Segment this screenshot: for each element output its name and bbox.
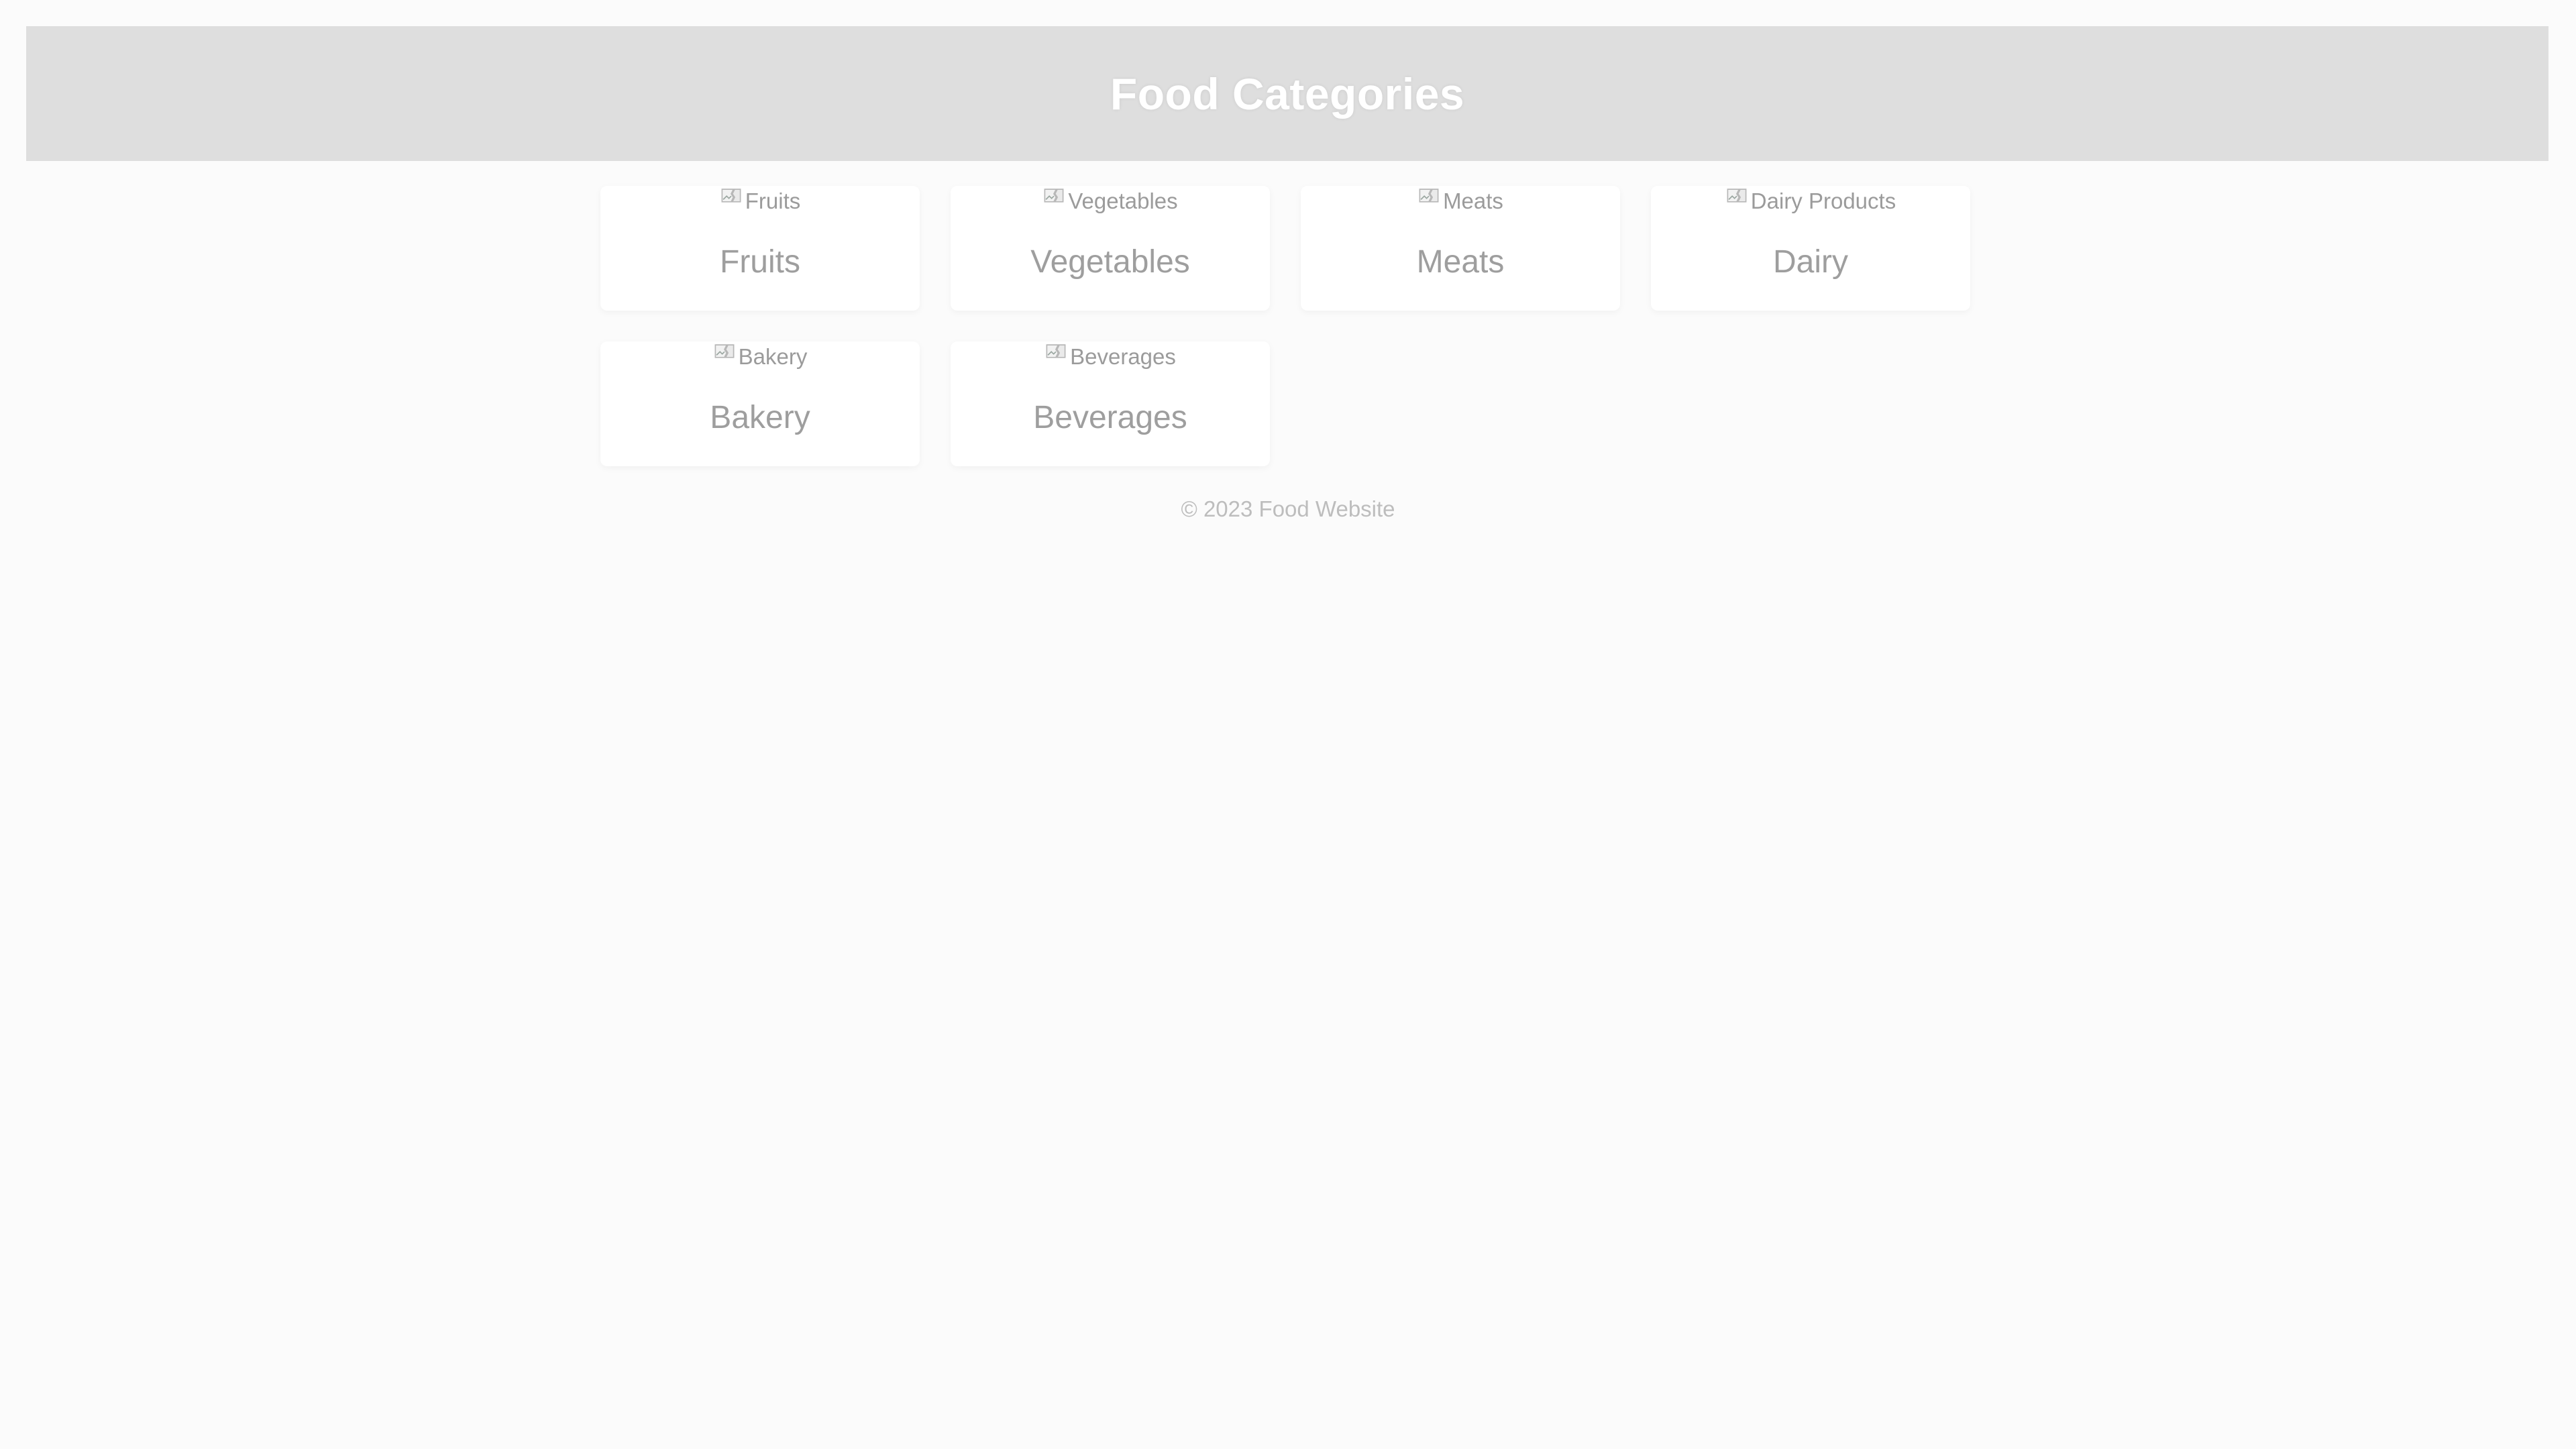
category-title: Bakery — [710, 400, 810, 435]
category-image-alt: Fruits — [745, 189, 801, 213]
broken-image-icon — [1727, 189, 1747, 203]
category-title: Meats — [1416, 244, 1505, 280]
category-image-alt: Bakery — [738, 344, 808, 369]
page: Food Categories Fruits Fruits Vegetables… — [0, 0, 2576, 1449]
category-image: Meats — [1301, 186, 1620, 217]
category-title: Beverages — [1033, 400, 1187, 435]
broken-image-icon — [721, 189, 741, 203]
category-card-beverages[interactable]: Beverages Beverages — [951, 341, 1270, 466]
category-card-bakery[interactable]: Bakery Bakery — [600, 341, 920, 466]
broken-image-icon — [1044, 189, 1064, 203]
category-card-meats[interactable]: Meats Meats — [1301, 186, 1620, 311]
category-title: Vegetables — [1030, 244, 1190, 280]
broken-image-icon — [1046, 344, 1066, 358]
category-image: Bakery — [600, 341, 920, 372]
page-footer: © 2023 Food Website — [0, 496, 2576, 522]
category-image-alt: Meats — [1443, 189, 1503, 213]
broken-image-icon — [714, 344, 735, 358]
broken-image-icon — [1419, 189, 1439, 203]
page-title: Food Categories — [1110, 68, 1465, 119]
category-image-alt: Dairy Products — [1750, 189, 1896, 213]
category-title: Fruits — [720, 244, 800, 280]
category-card-dairy[interactable]: Dairy Products Dairy — [1651, 186, 1970, 311]
category-image: Beverages — [951, 341, 1270, 372]
category-title: Dairy — [1772, 244, 1848, 280]
page-header: Food Categories — [26, 26, 2548, 161]
category-card-fruits[interactable]: Fruits Fruits — [600, 186, 920, 311]
category-image-alt: Vegetables — [1068, 189, 1178, 213]
category-image-alt: Beverages — [1070, 344, 1176, 369]
category-image: Fruits — [600, 186, 920, 217]
category-image: Dairy Products — [1651, 186, 1970, 217]
category-image: Vegetables — [951, 186, 1270, 217]
category-card-vegetables[interactable]: Vegetables Vegetables — [951, 186, 1270, 311]
category-grid: Fruits Fruits Vegetables Vegetables Meat… — [600, 186, 1976, 466]
footer-copyright: © 2023 Food Website — [1181, 496, 1395, 521]
